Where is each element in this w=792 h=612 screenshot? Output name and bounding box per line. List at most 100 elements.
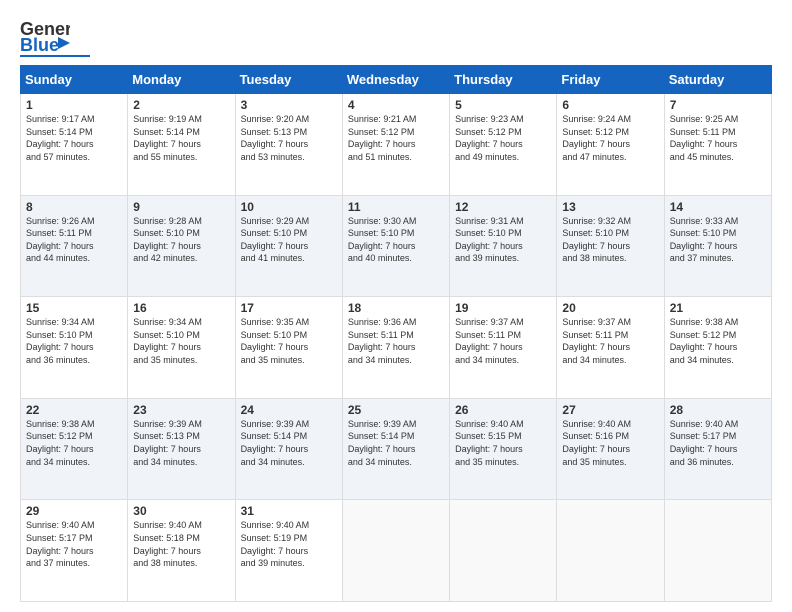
day-info: Sunrise: 9:40 AM Sunset: 5:17 PM Dayligh… <box>26 519 122 569</box>
day-number: 16 <box>133 301 229 315</box>
day-info: Sunrise: 9:23 AM Sunset: 5:12 PM Dayligh… <box>455 113 551 163</box>
col-header-sunday: Sunday <box>21 66 128 94</box>
day-number: 21 <box>670 301 766 315</box>
logo: General Blue <box>20 15 90 57</box>
day-info: Sunrise: 9:34 AM Sunset: 5:10 PM Dayligh… <box>26 316 122 366</box>
day-number: 15 <box>26 301 122 315</box>
day-number: 13 <box>562 200 658 214</box>
day-info: Sunrise: 9:40 AM Sunset: 5:19 PM Dayligh… <box>241 519 337 569</box>
day-number: 3 <box>241 98 337 112</box>
calendar-cell: 29Sunrise: 9:40 AM Sunset: 5:17 PM Dayli… <box>21 500 128 602</box>
day-info: Sunrise: 9:21 AM Sunset: 5:12 PM Dayligh… <box>348 113 444 163</box>
calendar-cell: 14Sunrise: 9:33 AM Sunset: 5:10 PM Dayli… <box>664 195 771 297</box>
calendar-week-4: 22Sunrise: 9:38 AM Sunset: 5:12 PM Dayli… <box>21 398 772 500</box>
calendar-cell: 31Sunrise: 9:40 AM Sunset: 5:19 PM Dayli… <box>235 500 342 602</box>
day-number: 19 <box>455 301 551 315</box>
day-number: 25 <box>348 403 444 417</box>
day-number: 31 <box>241 504 337 518</box>
col-header-monday: Monday <box>128 66 235 94</box>
col-header-saturday: Saturday <box>664 66 771 94</box>
calendar-cell: 3Sunrise: 9:20 AM Sunset: 5:13 PM Daylig… <box>235 94 342 196</box>
day-info: Sunrise: 9:20 AM Sunset: 5:13 PM Dayligh… <box>241 113 337 163</box>
day-number: 7 <box>670 98 766 112</box>
calendar-cell: 19Sunrise: 9:37 AM Sunset: 5:11 PM Dayli… <box>450 297 557 399</box>
day-info: Sunrise: 9:37 AM Sunset: 5:11 PM Dayligh… <box>562 316 658 366</box>
day-info: Sunrise: 9:40 AM Sunset: 5:16 PM Dayligh… <box>562 418 658 468</box>
calendar-cell: 7Sunrise: 9:25 AM Sunset: 5:11 PM Daylig… <box>664 94 771 196</box>
calendar-cell: 23Sunrise: 9:39 AM Sunset: 5:13 PM Dayli… <box>128 398 235 500</box>
day-number: 18 <box>348 301 444 315</box>
calendar-cell: 11Sunrise: 9:30 AM Sunset: 5:10 PM Dayli… <box>342 195 449 297</box>
calendar-cell: 24Sunrise: 9:39 AM Sunset: 5:14 PM Dayli… <box>235 398 342 500</box>
day-info: Sunrise: 9:31 AM Sunset: 5:10 PM Dayligh… <box>455 215 551 265</box>
day-info: Sunrise: 9:28 AM Sunset: 5:10 PM Dayligh… <box>133 215 229 265</box>
calendar-cell: 1Sunrise: 9:17 AM Sunset: 5:14 PM Daylig… <box>21 94 128 196</box>
calendar-week-2: 8Sunrise: 9:26 AM Sunset: 5:11 PM Daylig… <box>21 195 772 297</box>
calendar-cell: 10Sunrise: 9:29 AM Sunset: 5:10 PM Dayli… <box>235 195 342 297</box>
day-info: Sunrise: 9:34 AM Sunset: 5:10 PM Dayligh… <box>133 316 229 366</box>
calendar-cell: 18Sunrise: 9:36 AM Sunset: 5:11 PM Dayli… <box>342 297 449 399</box>
day-number: 23 <box>133 403 229 417</box>
day-number: 30 <box>133 504 229 518</box>
day-number: 5 <box>455 98 551 112</box>
svg-text:Blue: Blue <box>20 35 59 55</box>
col-header-tuesday: Tuesday <box>235 66 342 94</box>
day-number: 28 <box>670 403 766 417</box>
col-header-wednesday: Wednesday <box>342 66 449 94</box>
day-info: Sunrise: 9:37 AM Sunset: 5:11 PM Dayligh… <box>455 316 551 366</box>
calendar-cell <box>664 500 771 602</box>
calendar-cell: 8Sunrise: 9:26 AM Sunset: 5:11 PM Daylig… <box>21 195 128 297</box>
calendar-cell: 28Sunrise: 9:40 AM Sunset: 5:17 PM Dayli… <box>664 398 771 500</box>
day-number: 6 <box>562 98 658 112</box>
calendar-week-1: 1Sunrise: 9:17 AM Sunset: 5:14 PM Daylig… <box>21 94 772 196</box>
calendar-cell: 6Sunrise: 9:24 AM Sunset: 5:12 PM Daylig… <box>557 94 664 196</box>
calendar-table: SundayMondayTuesdayWednesdayThursdayFrid… <box>20 65 772 602</box>
calendar-cell: 12Sunrise: 9:31 AM Sunset: 5:10 PM Dayli… <box>450 195 557 297</box>
calendar-cell: 21Sunrise: 9:38 AM Sunset: 5:12 PM Dayli… <box>664 297 771 399</box>
col-header-friday: Friday <box>557 66 664 94</box>
day-number: 22 <box>26 403 122 417</box>
day-info: Sunrise: 9:40 AM Sunset: 5:17 PM Dayligh… <box>670 418 766 468</box>
day-number: 20 <box>562 301 658 315</box>
day-number: 14 <box>670 200 766 214</box>
day-info: Sunrise: 9:39 AM Sunset: 5:13 PM Dayligh… <box>133 418 229 468</box>
day-number: 8 <box>26 200 122 214</box>
calendar-cell: 27Sunrise: 9:40 AM Sunset: 5:16 PM Dayli… <box>557 398 664 500</box>
calendar-cell: 30Sunrise: 9:40 AM Sunset: 5:18 PM Dayli… <box>128 500 235 602</box>
day-info: Sunrise: 9:36 AM Sunset: 5:11 PM Dayligh… <box>348 316 444 366</box>
day-number: 9 <box>133 200 229 214</box>
day-number: 17 <box>241 301 337 315</box>
header: General Blue <box>20 15 772 57</box>
calendar-cell: 25Sunrise: 9:39 AM Sunset: 5:14 PM Dayli… <box>342 398 449 500</box>
day-number: 11 <box>348 200 444 214</box>
calendar-cell: 20Sunrise: 9:37 AM Sunset: 5:11 PM Dayli… <box>557 297 664 399</box>
calendar-cell: 22Sunrise: 9:38 AM Sunset: 5:12 PM Dayli… <box>21 398 128 500</box>
day-info: Sunrise: 9:25 AM Sunset: 5:11 PM Dayligh… <box>670 113 766 163</box>
calendar-cell <box>450 500 557 602</box>
calendar-cell: 16Sunrise: 9:34 AM Sunset: 5:10 PM Dayli… <box>128 297 235 399</box>
day-number: 12 <box>455 200 551 214</box>
day-info: Sunrise: 9:33 AM Sunset: 5:10 PM Dayligh… <box>670 215 766 265</box>
calendar-cell: 26Sunrise: 9:40 AM Sunset: 5:15 PM Dayli… <box>450 398 557 500</box>
calendar-cell: 2Sunrise: 9:19 AM Sunset: 5:14 PM Daylig… <box>128 94 235 196</box>
calendar-week-3: 15Sunrise: 9:34 AM Sunset: 5:10 PM Dayli… <box>21 297 772 399</box>
day-number: 10 <box>241 200 337 214</box>
calendar-cell <box>557 500 664 602</box>
calendar-cell: 15Sunrise: 9:34 AM Sunset: 5:10 PM Dayli… <box>21 297 128 399</box>
day-number: 2 <box>133 98 229 112</box>
col-header-thursday: Thursday <box>450 66 557 94</box>
day-info: Sunrise: 9:40 AM Sunset: 5:18 PM Dayligh… <box>133 519 229 569</box>
calendar-header-row: SundayMondayTuesdayWednesdayThursdayFrid… <box>21 66 772 94</box>
page: General Blue SundayMondayTuesdayWednesda… <box>0 0 792 612</box>
day-number: 26 <box>455 403 551 417</box>
day-info: Sunrise: 9:35 AM Sunset: 5:10 PM Dayligh… <box>241 316 337 366</box>
day-number: 27 <box>562 403 658 417</box>
day-info: Sunrise: 9:40 AM Sunset: 5:15 PM Dayligh… <box>455 418 551 468</box>
day-info: Sunrise: 9:38 AM Sunset: 5:12 PM Dayligh… <box>670 316 766 366</box>
calendar-cell <box>342 500 449 602</box>
day-info: Sunrise: 9:39 AM Sunset: 5:14 PM Dayligh… <box>241 418 337 468</box>
calendar-cell: 13Sunrise: 9:32 AM Sunset: 5:10 PM Dayli… <box>557 195 664 297</box>
day-info: Sunrise: 9:24 AM Sunset: 5:12 PM Dayligh… <box>562 113 658 163</box>
day-number: 1 <box>26 98 122 112</box>
day-info: Sunrise: 9:32 AM Sunset: 5:10 PM Dayligh… <box>562 215 658 265</box>
